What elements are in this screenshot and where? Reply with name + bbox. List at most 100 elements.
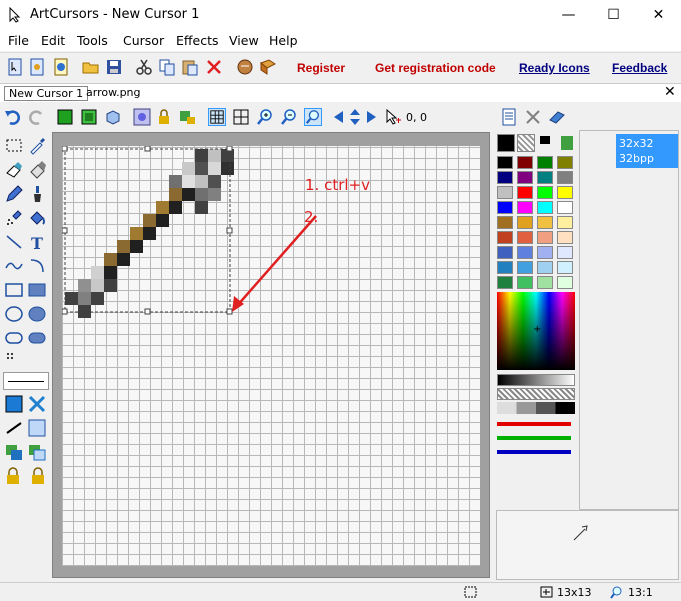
cube-icon[interactable] [104,108,122,126]
blue-slider[interactable] [497,450,571,454]
palette-swatch[interactable] [497,171,513,184]
palette-swatch[interactable] [557,276,573,289]
menu-file[interactable]: File [8,33,29,48]
library-book-icon[interactable] [259,58,277,76]
tab-arrow-png[interactable]: arrow.png [82,86,145,101]
palette-swatch[interactable] [497,186,513,199]
palette-swatch[interactable] [517,186,533,199]
lock-icon[interactable] [4,466,24,486]
save-icon[interactable] [105,58,123,76]
paste-icon[interactable] [181,58,199,76]
palette-swatch[interactable] [497,246,513,259]
zoom-actual-icon[interactable] [304,108,322,126]
frame-add-icon[interactable] [56,108,74,126]
glow-effect-icon[interactable] [133,108,151,126]
close-tab-icon[interactable]: ✕ [664,84,676,100]
swap-colors-icon[interactable] [539,134,575,152]
format-item-32x32[interactable]: 32x32 32bpp [616,134,678,168]
palette-swatch[interactable] [537,201,553,214]
palette-swatch[interactable] [517,201,533,214]
grayscale-gradient[interactable] [497,374,575,386]
filled-rectangle-icon[interactable] [27,280,47,300]
test-cursor-icon[interactable] [236,58,254,76]
move-right-icon[interactable] [362,108,380,126]
copy-icon[interactable] [158,58,176,76]
hotspot-icon[interactable] [384,108,402,126]
cut-icon[interactable] [135,58,153,76]
palette-swatch[interactable] [517,156,533,169]
filled-rounded-rect-icon[interactable] [27,328,47,348]
frame-copy-icon[interactable] [80,108,98,126]
eraser-icon[interactable] [4,160,24,180]
palette-swatch[interactable] [517,171,533,184]
open-folder-icon[interactable] [82,58,100,76]
register-link[interactable]: Register [297,61,345,75]
document-properties-icon[interactable] [500,108,518,126]
palette-swatch[interactable] [537,231,553,244]
palette-swatch[interactable] [557,246,573,259]
undo-icon[interactable] [4,108,22,126]
color-spectrum-picker[interactable]: + [497,292,575,370]
palette-swatch[interactable] [537,156,553,169]
text-icon[interactable]: T [27,232,47,252]
grid-large-icon[interactable] [232,108,250,126]
filled-ellipse-icon[interactable] [27,304,47,324]
brush-icon[interactable] [27,184,47,204]
arc-icon[interactable] [27,256,47,276]
ready-icons-link[interactable]: Ready Icons [519,61,590,75]
add-image-format-icon[interactable] [548,108,566,126]
palette-swatch[interactable] [557,201,573,214]
palette-swatch[interactable] [537,216,553,229]
feedback-link[interactable]: Feedback [612,61,667,75]
rectangle-icon[interactable] [4,280,24,300]
new-animated-cursor-icon[interactable] [28,58,46,76]
menu-help[interactable]: Help [269,33,298,48]
redo-icon[interactable] [27,108,45,126]
delete-icon[interactable] [205,58,223,76]
palette-swatch[interactable] [557,156,573,169]
color-replace-icon[interactable] [27,160,47,180]
new-icon-icon[interactable] [52,58,70,76]
get-registration-code-link[interactable]: Get registration code [375,61,496,75]
maximize-button[interactable]: ☐ [591,0,636,30]
palette-swatch[interactable] [497,261,513,274]
grid-toggle-icon[interactable] [208,108,226,126]
tab-new-cursor-1[interactable]: New Cursor 1 [4,86,89,101]
transparency-gradient[interactable] [497,388,575,400]
new-cursor-icon[interactable] [6,58,24,76]
palette-swatch[interactable] [537,171,553,184]
palette-swatch[interactable] [517,276,533,289]
fill-bucket-icon[interactable] [27,208,47,228]
palette-swatch[interactable] [497,276,513,289]
menu-cursor[interactable]: Cursor [123,33,164,48]
pixel-canvas[interactable]: 1. ctrl+v 2. [62,146,480,566]
copy-mode-icon[interactable] [27,442,47,462]
zoom-out-icon[interactable] [280,108,298,126]
palette-swatch[interactable] [517,231,533,244]
palette-swatch[interactable] [497,156,513,169]
pattern-mode-icon[interactable] [27,394,47,414]
eyedropper-icon[interactable] [27,136,47,156]
palette-swatch[interactable] [517,261,533,274]
airbrush-icon[interactable] [4,208,24,228]
line-width-selector[interactable] [3,372,49,390]
fill-mode-icon[interactable] [4,394,24,414]
close-window-button[interactable]: ✕ [636,0,681,30]
remove-image-icon[interactable] [524,108,542,126]
palette-swatch[interactable] [537,261,553,274]
menu-view[interactable]: View [229,33,259,48]
menu-edit[interactable]: Edit [41,33,65,48]
red-slider[interactable] [497,422,571,426]
palette-swatch[interactable] [557,216,573,229]
palette-swatch[interactable] [517,246,533,259]
pencil-icon[interactable] [4,184,24,204]
brush-size-icon[interactable] [4,350,24,370]
lock-transparency-icon[interactable] [156,108,174,126]
palette-swatch[interactable] [497,216,513,229]
palette-swatch[interactable] [497,201,513,214]
palette-swatch[interactable] [517,216,533,229]
palette-swatch[interactable] [537,186,553,199]
menu-effects[interactable]: Effects [176,33,219,48]
palette-swatch[interactable] [537,276,553,289]
menu-tools[interactable]: Tools [77,33,108,48]
